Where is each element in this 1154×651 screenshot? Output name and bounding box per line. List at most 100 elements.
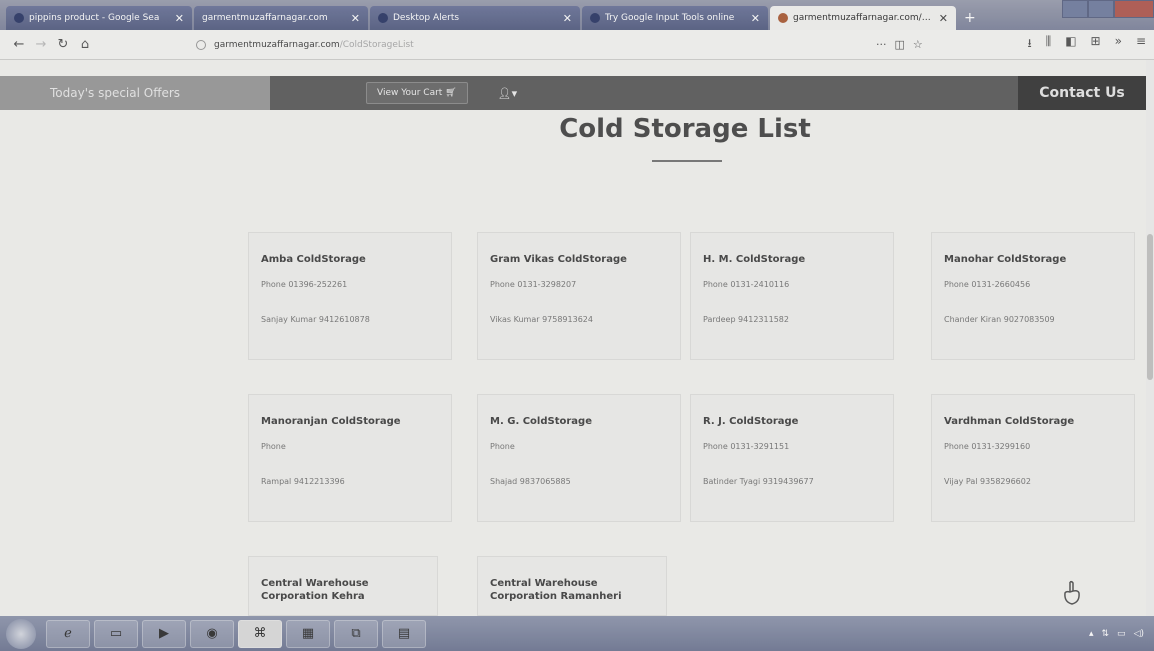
close-tab-icon[interactable]: ✕ [751,12,760,25]
explorer-icon[interactable]: ▤ [382,619,426,648]
folder-icon[interactable]: ▭ [94,619,138,648]
storage-name: M. G. ColdStorage [490,416,592,427]
google-icon [14,13,24,23]
tray-arrow-icon[interactable]: ▴ [1089,629,1094,639]
extension-icon[interactable]: ⊞ [1091,34,1101,55]
google-icon [590,13,600,23]
storage-phone: Phone 0131-3299160 [944,442,1031,451]
cart-icon: 🛒︎ [445,88,457,98]
library-icon[interactable]: ⫼ [1046,34,1052,55]
ie-icon[interactable]: ℯ [46,619,90,648]
forward-icon[interactable]: → [30,37,52,52]
hand-pointer-up-icon[interactable] [1060,580,1084,606]
storage-name: Central Warehouse Corporation Ramanheri [490,578,622,602]
storage-phone: Phone [490,442,515,451]
sidebar-icon[interactable]: ◧ [1065,34,1076,55]
storage-name: Gram Vikas ColdStorage [490,254,627,265]
maximize-button[interactable] [1088,0,1114,18]
tab-title: Try Google Input Tools online [605,13,735,23]
window-controls [1062,0,1154,18]
close-tab-icon[interactable]: ✕ [175,12,184,25]
taskbar: ℯ ▭ ▶ ◉ ⌘ ▦ ⧉ ▤ ▴ ⇅ ▭ ◁) [0,616,1154,651]
cold-storage-card: Gram Vikas ColdStorage Phone 0131-329820… [477,232,681,360]
browser-tab-active[interactable]: garmentmuzaffarnagar.com/Col ✕ [770,6,956,30]
app-icon[interactable]: ▦ [286,619,330,648]
storage-name: Vardhman ColdStorage [944,416,1075,427]
media-player-icon[interactable]: ▶ [142,619,186,648]
url-bar[interactable]: garmentmuzaffarnagar.com /ColdStorageLis… [196,34,876,56]
user-icon: 👤︎▾ [497,86,518,100]
storage-phone: Phone 0131-2660456 [944,280,1031,289]
home-icon[interactable]: ⌂ [74,37,96,52]
url-host: garmentmuzaffarnagar.com [214,39,340,50]
storage-contact: Pardeep 9412311582 [703,315,789,324]
close-window-button[interactable] [1114,0,1154,18]
close-tab-icon[interactable]: ✕ [351,12,360,25]
tab-title: pippins product - Google Sea [29,13,160,23]
chrome-icon[interactable]: ◉ [190,619,234,648]
tab-title: garmentmuzaffarnagar.com/Col [793,13,933,23]
info-icon[interactable] [196,39,206,50]
reload-icon[interactable]: ↻ [52,37,74,52]
cold-storage-card: Manoranjan ColdStorage Phone Rampal 9412… [248,394,452,522]
scrollbar-thumb[interactable] [1147,234,1153,380]
cold-storage-card: Central Warehouse Corporation Ramanheri [477,556,667,616]
browser-tools: ⭳ ⫼ ◧ ⊞ » ≡ [1027,34,1146,55]
storage-name: Amba ColdStorage [261,254,366,265]
alert-icon [378,13,388,23]
browser-tab[interactable]: Try Google Input Tools online ✕ [582,6,768,30]
cart-label: View Your Cart [377,88,443,98]
browser-tab[interactable]: garmentmuzaffarnagar.com ✕ [194,6,368,30]
cold-storage-card: H. M. ColdStorage Phone 0131-2410116 Par… [690,232,894,360]
cold-storage-card: R. J. ColdStorage Phone 0131-3291151 Bat… [690,394,894,522]
page-title: Cold Storage List [559,114,811,144]
cold-storage-card: Vardhman ColdStorage Phone 0131-3299160 … [931,394,1135,522]
browser-tab[interactable]: Desktop Alerts ✕ [370,6,580,30]
storage-contact: Shajad 9837065885 [490,477,571,486]
site-navbar: Today's special Offers View Your Cart 🛒︎… [0,76,1146,110]
storage-phone: Phone 0131-2410116 [703,280,790,289]
network-icon[interactable]: ⇅ [1102,629,1110,639]
storage-contact: Sanjay Kumar 9412610878 [261,315,370,324]
view-cart-button[interactable]: View Your Cart 🛒︎ [366,82,468,104]
cold-storage-card: M. G. ColdStorage Phone Shajad 983706588… [477,394,681,522]
page-actions-icon[interactable]: ··· [876,38,887,51]
storage-contact: Vijay Pal 9358296602 [944,477,1031,486]
page-scrollbar[interactable] [1146,60,1154,616]
acrobat-icon[interactable]: ⧉ [334,619,378,648]
tab-title: garmentmuzaffarnagar.com [202,13,328,23]
monitor-icon[interactable]: ▭ [1117,629,1126,639]
storage-phone: Phone 0131-3291151 [703,442,790,451]
minimize-button[interactable] [1062,0,1088,18]
browser-toolbar: ← → ↻ ⌂ garmentmuzaffarnagar.com /ColdSt… [0,30,1154,60]
storage-name: Central Warehouse Corporation Kehra [261,578,369,602]
tab-title: Desktop Alerts [393,13,460,23]
browser-tab[interactable]: pippins product - Google Sea ✕ [6,6,192,30]
overflow-icon[interactable]: » [1115,34,1122,55]
menu-icon[interactable]: ≡ [1136,34,1146,55]
system-tray: ▴ ⇅ ▭ ◁) [1089,629,1154,639]
cold-storage-card: Central Warehouse Corporation Kehra [248,556,438,616]
storage-contact: Rampal 9412213396 [261,477,345,486]
url-bar-actions: ··· ◫ ☆ [876,38,923,51]
user-menu-button[interactable]: 👤︎▾ [498,87,518,100]
close-tab-icon[interactable]: ✕ [563,12,572,25]
special-offers-link[interactable]: Today's special Offers [0,76,270,110]
download-icon[interactable]: ⭳ [1027,34,1031,55]
storage-phone: Phone [261,442,286,451]
new-tab-button[interactable]: + [964,10,976,26]
bookmark-star-icon[interactable]: ☆ [913,38,923,51]
volume-icon[interactable]: ◁) [1134,629,1144,639]
app-icon[interactable]: ⌘ [238,619,282,648]
browser-tab-strip: pippins product - Google Sea ✕ garmentmu… [0,0,1154,30]
back-icon[interactable]: ← [8,37,30,52]
title-divider [652,160,722,162]
storage-name: Manoranjan ColdStorage [261,416,401,427]
storage-name: Manohar ColdStorage [944,254,1067,265]
contact-us-button[interactable]: Contact Us [1018,76,1146,110]
storage-contact: Chander Kiran 9027083509 [944,315,1055,324]
pocket-icon[interactable]: ◫ [895,38,905,51]
close-tab-icon[interactable]: ✕ [939,12,948,25]
storage-contact: Vikas Kumar 9758913624 [490,315,593,324]
start-button[interactable] [6,618,36,649]
